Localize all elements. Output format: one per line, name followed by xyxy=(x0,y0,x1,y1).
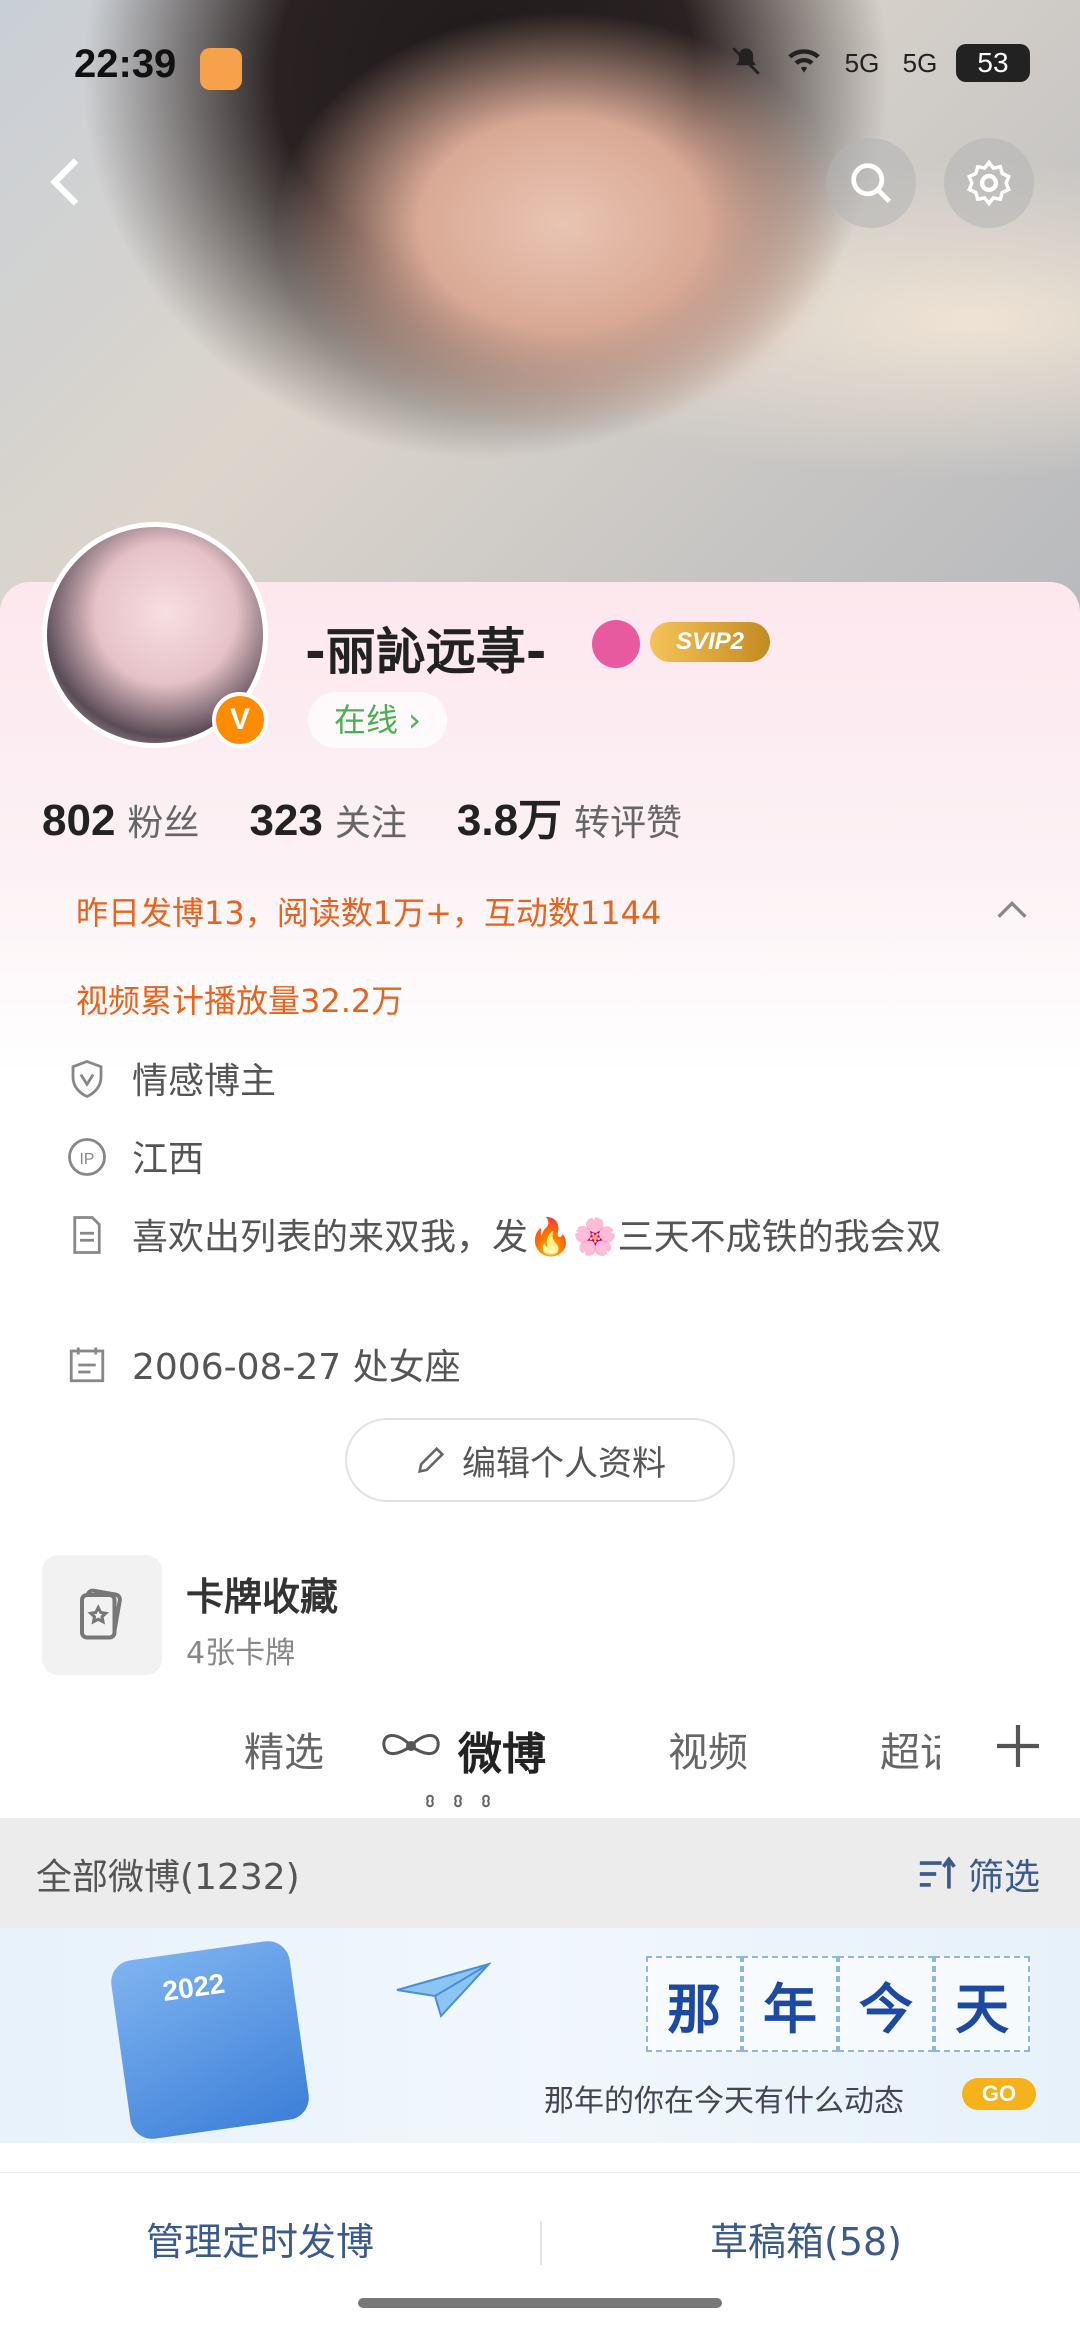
banner-subtitle: 那年的你在今天有什么动态 xyxy=(544,2084,904,2119)
svip-badge[interactable]: SVIP2 xyxy=(650,622,770,662)
verified-badge: V xyxy=(212,692,268,748)
tab-weibo[interactable]: 微博 xyxy=(458,1718,546,1782)
cards-icon xyxy=(80,1588,122,1640)
battery-icon: 53 xyxy=(956,44,1030,82)
profile-tabs: 精选 微博 视频 超话 xyxy=(0,1700,1080,1818)
stat-likes[interactable]: 3.8万 转评赞 xyxy=(457,784,682,848)
online-status-button[interactable]: 在线 › xyxy=(308,692,447,748)
tab-active-indicator xyxy=(426,1794,490,1808)
notification-app-icon xyxy=(200,48,242,90)
summary-line-2: 视频累计播放量32.2万 xyxy=(76,982,404,1020)
profile-card xyxy=(0,582,1080,1812)
gear-icon xyxy=(967,159,1011,207)
settings-button[interactable] xyxy=(944,138,1034,228)
profile-stats: 802 粉丝 323 关注 3.8万 转评赞 xyxy=(42,784,682,848)
status-indicators: 5G 5G 53 xyxy=(724,44,1030,82)
calendar-illustration: 2022 xyxy=(108,1938,312,2142)
svg-text:IP: IP xyxy=(80,1151,95,1168)
card-collection-title[interactable]: 卡牌收藏 xyxy=(186,1566,338,1621)
document-icon xyxy=(73,1216,101,1254)
search-icon xyxy=(851,163,892,204)
mute-icon xyxy=(724,44,768,82)
search-button[interactable] xyxy=(826,138,916,228)
bow-decoration-icon xyxy=(382,1734,440,1755)
status-time: 22:39 xyxy=(74,42,177,86)
tab-supertopic[interactable]: 超话 xyxy=(880,1720,940,1778)
pencil-icon xyxy=(418,1446,445,1473)
wifi-icon xyxy=(782,44,826,82)
edit-profile-button[interactable]: 编辑个人资料 xyxy=(345,1418,735,1502)
signal-5g-icon: 5G xyxy=(844,48,880,78)
paper-plane-icon xyxy=(396,1962,491,2018)
info-birthday-row: 2006-08-27 处女座 xyxy=(66,1342,992,1394)
bottom-actions: 管理定时发博 草稿箱(58) xyxy=(0,2172,1080,2292)
filter-icon xyxy=(919,1856,956,1889)
card-collection-button[interactable] xyxy=(42,1555,162,1675)
back-button[interactable] xyxy=(36,150,100,214)
filter-button[interactable]: 筛选 xyxy=(916,1848,1040,1900)
status-bar: 22:39 5G 5G 53 xyxy=(0,0,1080,130)
info-bio-row: 喜欢出列表的来双我，发🔥🌸三天不成铁的我会双 xyxy=(66,1212,992,1264)
info-location-row: IP 江西 xyxy=(66,1134,992,1186)
tab-video[interactable]: 视频 xyxy=(668,1720,748,1778)
summary-line-1: 昨日发博13，阅读数1万+，互动数1144 xyxy=(76,894,662,932)
search-badge-icon[interactable] xyxy=(592,620,640,668)
username: -丽訫远荨- xyxy=(305,623,547,681)
scheduled-posts-button[interactable]: 管理定时发博 xyxy=(146,2211,374,2266)
home-indicator[interactable] xyxy=(358,2298,722,2308)
drafts-button[interactable]: 草稿箱(58) xyxy=(710,2211,902,2266)
plus-icon[interactable] xyxy=(990,1718,1046,1774)
banner-go-button[interactable]: GO xyxy=(962,2078,1036,2110)
stat-following[interactable]: 323 关注 xyxy=(249,794,406,846)
ip-location-icon: IP xyxy=(68,1138,106,1176)
signal-5g-icon-2: 5G xyxy=(902,48,938,78)
tab-featured[interactable]: 精选 xyxy=(244,1720,324,1778)
divider xyxy=(540,2221,542,2265)
chevron-up-icon xyxy=(997,900,1027,918)
info-tag-row: 情感博主 xyxy=(66,1056,992,1108)
calendar-icon xyxy=(69,1347,105,1383)
info-tag: 情感博主 xyxy=(132,1061,277,1102)
shield-icon xyxy=(71,1060,103,1099)
memory-banner[interactable]: 2022 那 年 今 天 那年的你在今天有什么动态 GO xyxy=(0,1928,1080,2143)
info-location: 江西 xyxy=(132,1139,205,1180)
collapse-button[interactable] xyxy=(992,890,1032,930)
banner-title: 那 年 今 天 xyxy=(646,1956,1030,2052)
filter-bar: 全部微博(1232) 筛选 xyxy=(0,1818,1080,1928)
stat-followers[interactable]: 802 粉丝 xyxy=(42,794,199,846)
info-birthday: 2006-08-27 处女座 xyxy=(132,1347,461,1388)
info-bio: 喜欢出列表的来双我，发🔥🌸三天不成铁的我会双 xyxy=(132,1217,942,1258)
card-collection-count: 4张卡牌 xyxy=(186,1636,296,1671)
chevron-left-icon xyxy=(50,158,79,206)
all-posts-count[interactable]: 全部微博(1232) xyxy=(36,1848,300,1900)
